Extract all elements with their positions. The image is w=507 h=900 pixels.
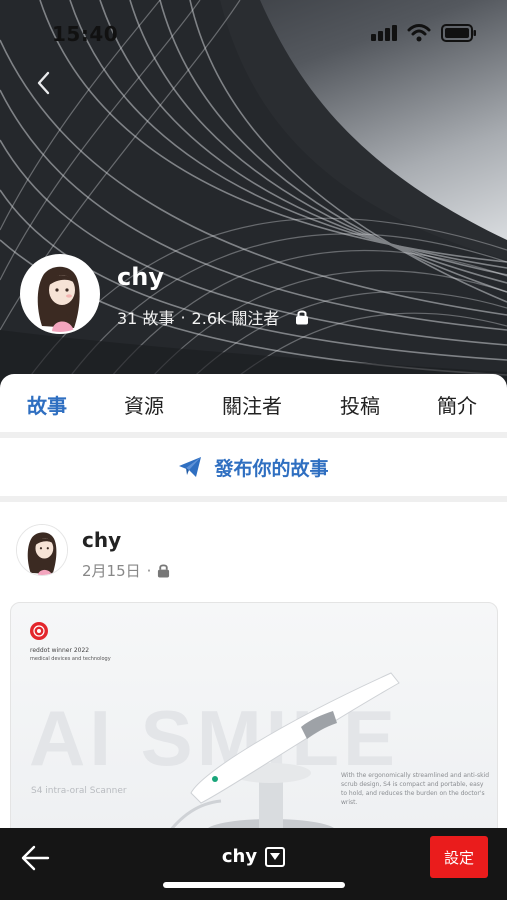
post-story-label: 發布你的故事 (214, 457, 329, 480)
story-card[interactable]: chy 2月15日 · reddot winner 2022 medical d… (0, 502, 507, 842)
story-image[interactable]: reddot winner 2022 medical devices and t… (10, 602, 498, 842)
status-icons (371, 24, 477, 42)
profile-stats: 31 故事 · 2.6k 關注者 (117, 305, 309, 329)
back-button[interactable] (28, 66, 58, 100)
profile-avatar[interactable] (20, 254, 100, 334)
profile-cover: 15:40 chy 31 故事 · 2.6k 關注者 (0, 0, 507, 390)
story-date: 2月15日 (82, 562, 141, 580)
chevron-left-icon (37, 71, 50, 95)
post-story-button[interactable]: 發布你的故事 (0, 438, 507, 496)
paper-plane-icon (179, 457, 202, 477)
profile-name: chy (117, 263, 164, 291)
settings-button[interactable]: 設定 (430, 836, 488, 878)
bottom-navigation-bar: chy 設定 (0, 828, 507, 900)
tab-about[interactable]: 簡介 (437, 390, 477, 419)
wifi-icon (407, 24, 431, 42)
award-category: medical devices and technology (30, 656, 111, 662)
reddot-logo-icon (30, 622, 48, 640)
story-author-avatar[interactable] (16, 524, 68, 576)
followers-count: 2.6k 關注者 (191, 309, 280, 328)
avatar-illustration (22, 256, 98, 332)
tab-resources[interactable]: 資源 (124, 390, 164, 419)
story-author-name[interactable]: chy (82, 528, 121, 552)
status-bar: 15:40 (0, 0, 507, 60)
lock-icon (158, 564, 170, 578)
lock-icon (296, 310, 309, 325)
story-meta-separator: · (146, 561, 152, 580)
avatar-illustration (17, 525, 67, 575)
scanner-product-image (161, 672, 400, 841)
dropdown-icon (265, 846, 286, 867)
battery-icon (441, 24, 476, 42)
tab-stories[interactable]: 故事 (27, 390, 67, 419)
account-name: chy (221, 846, 258, 867)
product-tagline: S4 intra-oral Scanner (31, 786, 127, 796)
profile-tabs: 故事 資源 關注者 投稿 簡介 (0, 374, 507, 432)
story-meta: 2月15日 · (82, 560, 170, 581)
tab-submissions[interactable]: 投稿 (340, 390, 380, 419)
cellular-icon (371, 25, 397, 41)
stories-count: 31 故事 (117, 309, 175, 328)
status-time: 15:40 (52, 22, 119, 46)
home-indicator[interactable] (163, 882, 345, 888)
award-title: reddot winner 2022 (30, 647, 90, 654)
stats-separator: · (180, 307, 186, 327)
tab-followers[interactable]: 關注者 (222, 390, 282, 419)
